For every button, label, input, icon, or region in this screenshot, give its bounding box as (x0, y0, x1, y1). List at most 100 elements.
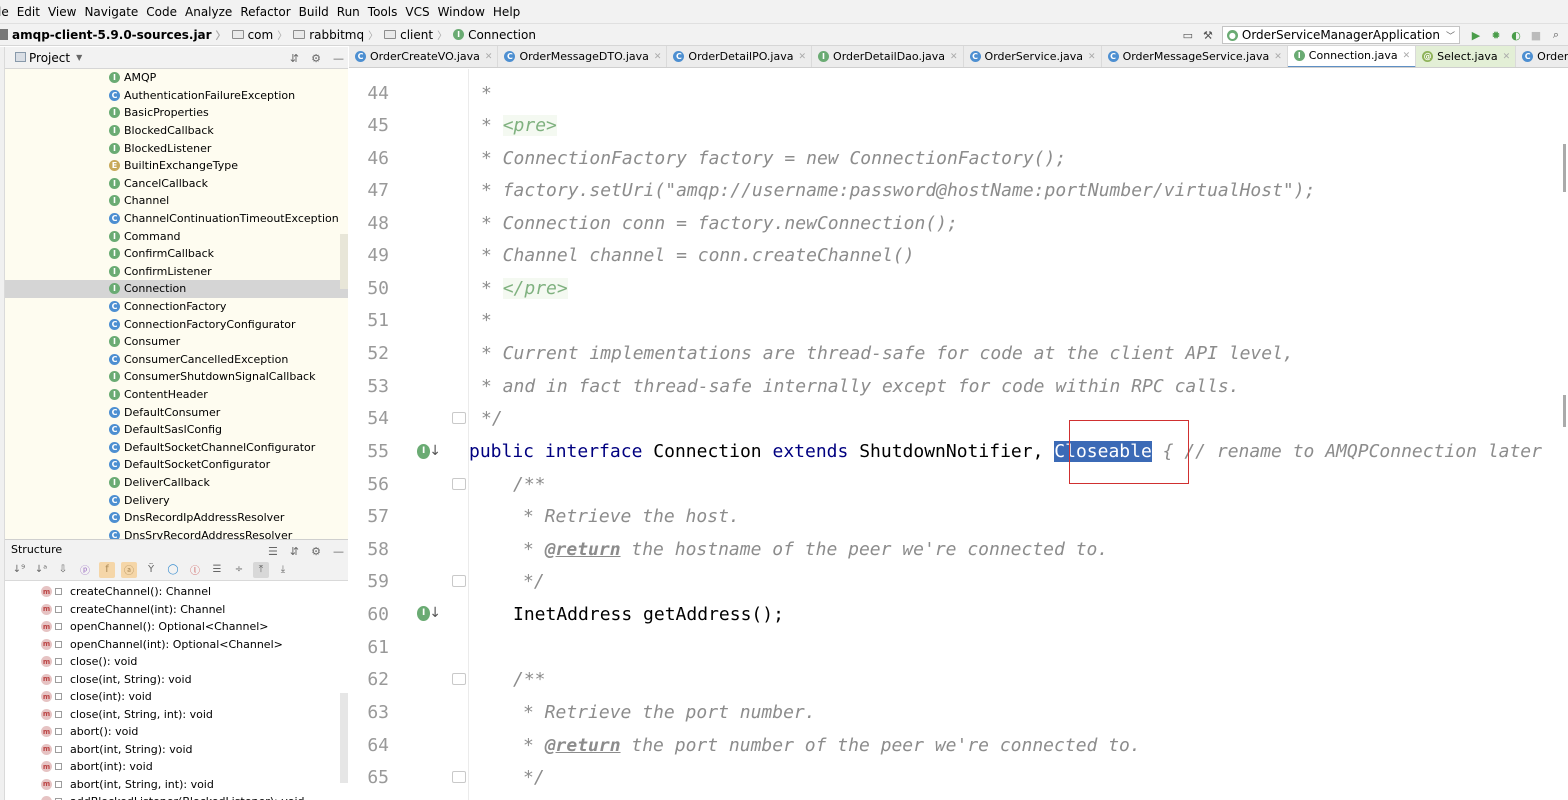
structure-item[interactable]: m openChannel(): Optional<Channel> (5, 618, 348, 636)
coverage-icon[interactable]: ◐ (1508, 27, 1524, 43)
structure-item[interactable]: m openChannel(int): Optional<Channel> (5, 636, 348, 654)
close-icon[interactable]: ✕ (1088, 52, 1096, 62)
tree-item[interactable]: C DefaultConsumer (5, 403, 348, 421)
tree-item[interactable]: I CancelCallback (5, 175, 348, 193)
show-lambda-icon[interactable]: ⓛ (187, 562, 203, 578)
tree-item[interactable]: C Delivery (5, 491, 348, 509)
search-icon[interactable]: ⌕ (1548, 27, 1564, 43)
structure-item[interactable]: m close(int): void (5, 688, 348, 706)
hide-icon[interactable]: — (333, 545, 344, 558)
run-icon[interactable]: ▶ (1468, 27, 1484, 43)
structure-item[interactable]: m abort(int, String, int): void (5, 776, 348, 794)
collapse-icon[interactable]: ÷ (231, 562, 247, 578)
collapse-all-icon[interactable]: ⇵ (290, 52, 299, 65)
menu-build[interactable]: Build (299, 5, 337, 19)
tree-item[interactable]: I ConfirmCallback (5, 245, 348, 263)
autoscroll-to-source-icon[interactable]: ⤒ (253, 561, 269, 578)
debug-icon[interactable]: ✹ (1488, 27, 1504, 43)
selected-text[interactable]: Closeable (1054, 441, 1152, 462)
menu-edit[interactable]: Edit (17, 5, 48, 19)
menu-help[interactable]: Help (493, 5, 528, 19)
tree-item[interactable]: I Channel (5, 192, 348, 210)
menu-navigate[interactable]: Navigate (84, 5, 146, 19)
sort-alpha-icon[interactable]: ↓ᵃ (33, 562, 49, 578)
gear-icon[interactable]: ⚙ (311, 52, 321, 65)
show-lambdas-icon[interactable]: Ÿ (143, 562, 159, 578)
editor-tab[interactable]: C OrderMessageService.java ✕ (1102, 46, 1288, 67)
tree-scrollbar[interactable] (340, 234, 348, 289)
menu-run[interactable]: Run (337, 5, 368, 19)
tree-item[interactable]: I ConsumerShutdownSignalCallback (5, 368, 348, 386)
show-inherited-icon[interactable]: ⇩ (55, 562, 71, 578)
menu-window[interactable]: Window (438, 5, 493, 19)
structure-item[interactable]: m abort(int, String): void (5, 741, 348, 759)
code-editor[interactable]: I ↓ I ↓ 44 45 46 47 48 49 50 51 52 53 54 55 56 57 58 59 60… (349, 69, 1568, 800)
close-icon[interactable]: ✕ (485, 52, 493, 62)
tree-item[interactable]: I Connection (5, 280, 348, 298)
tree-item[interactable]: C DefaultSocketChannelConfigurator (5, 438, 348, 456)
editor-tab[interactable]: C OrderService.java ✕ (964, 46, 1102, 67)
editor-tab[interactable]: COrderStatus.java✕ (1516, 46, 1568, 67)
structure-item[interactable]: m addBlockedListener(BlockedListener): vo… (5, 793, 348, 800)
tree-item[interactable]: I AMQP (5, 69, 348, 87)
editor-tab[interactable]: C OrderCreateVO.java ✕ (349, 46, 499, 67)
editor-tab[interactable]: I Connection.java ✕ (1287, 46, 1417, 67)
fold-marker-icon[interactable] (452, 478, 466, 490)
structure-item[interactable]: m abort(): void (5, 723, 348, 741)
fold-marker-icon[interactable] (452, 575, 466, 587)
show-non-public-icon[interactable]: ⓐ (121, 561, 137, 578)
sort-by-type-icon[interactable]: ↓⁹ (11, 562, 27, 578)
editor-tab[interactable]: C OrderDetailPO.java ✕ (667, 46, 813, 67)
tree-item[interactable]: C AuthenticationFailureException (5, 87, 348, 105)
close-icon[interactable]: ✕ (1403, 51, 1411, 61)
layout-icon[interactable]: ▭ (1180, 27, 1196, 43)
menu-refactor[interactable]: Refactor (240, 5, 298, 19)
close-icon[interactable]: ✕ (950, 52, 958, 62)
editor-tab[interactable]: @ Select.java ✕ (1416, 46, 1517, 67)
editor-tab[interactable]: I OrderDetailDao.java ✕ (812, 46, 964, 67)
menu-view[interactable]: View (48, 5, 84, 19)
editor-tab[interactable]: C OrderMessageDTO.java ✕ (498, 46, 668, 67)
tree-item[interactable]: I Consumer (5, 333, 348, 351)
close-icon[interactable]: ✕ (1503, 52, 1511, 62)
structure-item[interactable]: m close(): void (5, 653, 348, 671)
structure-item[interactable]: m createChannel(): Channel (5, 583, 348, 601)
fold-marker-icon[interactable] (452, 673, 466, 685)
tree-item[interactable]: I ContentHeader (5, 386, 348, 404)
tree-item[interactable]: C ChannelContinuationTimeoutException (5, 210, 348, 228)
fold-marker-icon[interactable] (452, 412, 466, 424)
expand-icon[interactable]: ☰ (209, 562, 225, 578)
close-icon[interactable]: ✕ (798, 52, 806, 62)
breadcrumb-connection[interactable]: I Connection (453, 28, 536, 42)
expand-all-icon[interactable]: ☰ (268, 545, 278, 558)
structure-item[interactable]: m close(int, String): void (5, 671, 348, 689)
tree-item[interactable]: I ConfirmListener (5, 263, 348, 281)
tree-item[interactable]: C ConnectionFactory (5, 298, 348, 316)
fold-marker-icon[interactable] (452, 771, 466, 783)
tree-item[interactable]: I BlockedListener (5, 139, 348, 157)
menu-code[interactable]: Code (146, 5, 185, 19)
tree-item[interactable]: C DnsRecordIpAddressResolver (5, 509, 348, 527)
structure-item[interactable]: m abort(int): void (5, 758, 348, 776)
implemented-by-icon[interactable]: I ↓ (417, 604, 441, 622)
gear-icon[interactable]: ⚙ (311, 545, 321, 558)
implemented-by-icon[interactable]: I ↓ (417, 442, 441, 460)
code-area[interactable]: * * <pre> * ConnectionFactory factory = … (469, 69, 1568, 800)
tree-item[interactable]: C ConnectionFactoryConfigurator (5, 315, 348, 333)
chevron-down-icon[interactable]: ▼ (76, 53, 82, 62)
autoscroll-from-source-icon[interactable]: ⤓ (275, 562, 291, 578)
hide-icon[interactable]: — (333, 52, 344, 65)
run-configuration-select[interactable]: ● OrderServiceManagerApplication ﹀ (1221, 26, 1460, 44)
menu-tools[interactable]: Tools (368, 5, 406, 19)
menu-le[interactable]: le (0, 5, 17, 19)
tree-item[interactable]: I Command (5, 227, 348, 245)
tree-item[interactable]: E BuiltinExchangeType (5, 157, 348, 175)
breadcrumb-com[interactable]: com 〉 (231, 27, 294, 42)
stop-icon[interactable]: ■ (1528, 27, 1544, 43)
build-hammer-icon[interactable]: ⚒ (1200, 27, 1216, 43)
close-icon[interactable]: ✕ (1274, 52, 1282, 62)
structure-scrollbar[interactable] (340, 693, 348, 783)
close-icon[interactable]: ✕ (654, 52, 662, 62)
show-anonymous-icon[interactable]: ◯ (165, 562, 181, 578)
collapse-all-icon[interactable]: ⇵ (290, 545, 299, 558)
